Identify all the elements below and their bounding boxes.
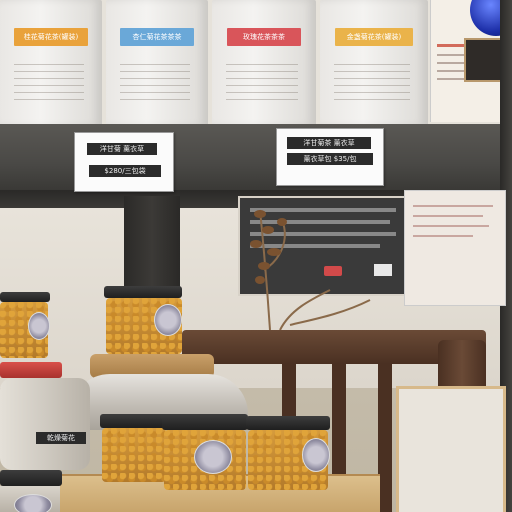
- dried-flower-branch: [250, 209, 371, 331]
- jar-sticker: [194, 440, 232, 474]
- jar-lid: [104, 286, 182, 298]
- flower-jar: [102, 428, 166, 482]
- tea-shop-scene: 桂花菊花茶(罐装) 杏仁菊花茶茶茶 玫瑰花茶茶茶 金盏菊花茶(罐装) 洋甘菊 薰…: [0, 0, 512, 512]
- price-card-left: 洋甘菊 薰衣草 $280/三包袋: [74, 132, 174, 192]
- tea-box-label: 金盏菊花茶(罐装): [335, 28, 413, 46]
- jar-lid: [246, 416, 330, 430]
- tea-box: 玫瑰花茶茶茶: [212, 0, 316, 126]
- jar-sticker: [302, 438, 330, 472]
- price-card-right: 洋甘菊茶 薰衣草 薰衣草包 $35/包: [276, 128, 384, 186]
- wall-paper-sheet: [404, 190, 506, 306]
- jar-lid: [0, 292, 50, 302]
- jar-lid: [0, 470, 62, 486]
- price-card-line: 洋甘菊 薰衣草: [87, 143, 157, 155]
- tea-box-label: 杏仁菊花茶茶茶: [120, 28, 194, 46]
- price-card-price: 薰衣草包 $35/包: [287, 153, 373, 165]
- tall-glass-jar: [0, 378, 90, 470]
- support-post: [124, 196, 180, 296]
- tea-box-label: 桂花菊花茶(罐装): [14, 28, 88, 46]
- tea-box: 金盏菊花茶(罐装): [320, 0, 428, 126]
- jar-sticker: [14, 494, 52, 512]
- jar-sticker: [154, 304, 182, 336]
- tea-box: 桂花菊花茶(罐装): [0, 0, 102, 126]
- tea-box: 杏仁菊花茶茶茶: [106, 0, 208, 126]
- chair-slat: [378, 364, 392, 512]
- jar-lid: [100, 414, 168, 428]
- price-card-line: 洋甘菊茶 薰衣草: [287, 137, 371, 149]
- jar-label: 乾燥菊花: [36, 432, 86, 444]
- red-lid: [0, 362, 62, 378]
- price-card-price: $280/三包袋: [89, 165, 161, 177]
- jar-lid: [162, 414, 248, 430]
- tea-box-label: 玫瑰花茶茶茶: [226, 28, 302, 46]
- jar-sticker: [28, 312, 50, 340]
- picture-frame: [396, 386, 506, 512]
